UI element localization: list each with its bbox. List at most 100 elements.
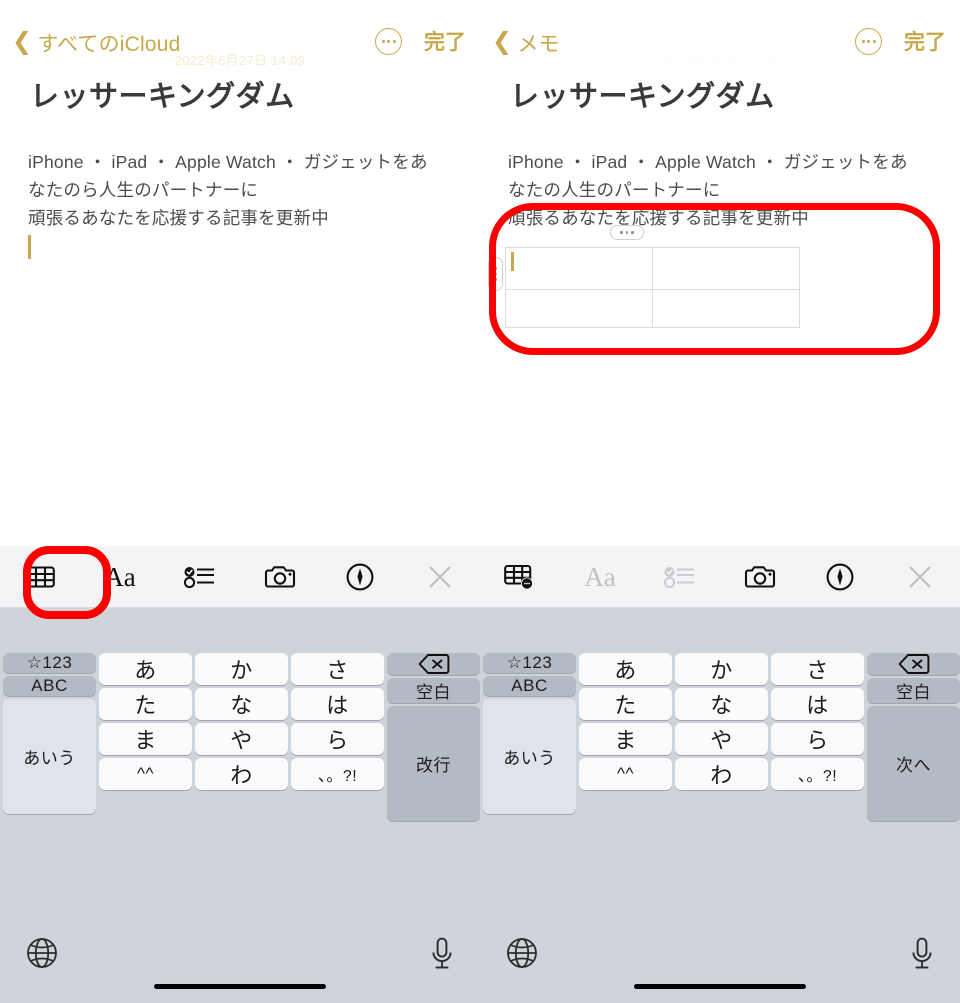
keyboard-left-column: ☆123 ABC あいう [3, 653, 96, 821]
note-body[interactable]: iPhone ・ iPad ・ Apple Watch ・ ガジェットをあ なた… [508, 148, 932, 232]
camera-icon [744, 566, 776, 588]
key-ma[interactable]: ま [99, 723, 192, 755]
key-kana[interactable]: あいう [3, 699, 96, 814]
key-delete[interactable] [387, 653, 480, 675]
microphone-icon[interactable] [430, 937, 454, 971]
key-kana[interactable]: あいう [483, 699, 576, 814]
screenshot-root: ❮ すべてのiCloud 2022年6月27日 14:09 完了 レッサーキング… [0, 0, 960, 1003]
row-handle-dots-icon[interactable] [488, 257, 503, 291]
table-cell[interactable] [505, 247, 653, 290]
key-a[interactable]: あ [99, 653, 192, 685]
column-handle-dots-icon[interactable] [610, 225, 644, 240]
toolbar-checklist-button[interactable] [640, 546, 720, 608]
toolbar-markup-button[interactable] [320, 546, 400, 608]
key-space[interactable]: 空白 [387, 678, 480, 703]
home-indicator [634, 984, 806, 989]
key-ya[interactable]: や [195, 723, 288, 755]
toolbar-close-button[interactable] [880, 546, 960, 608]
note-body-line: 頑張るあなたを応援する記事を更新中 [508, 208, 809, 228]
toolbar-checklist-button[interactable] [160, 546, 240, 608]
key-punctuation[interactable]: 、。?! [771, 758, 864, 790]
note-body-line: なたのら人生のパートナーに [28, 180, 259, 200]
note-body-line: 頑張るあなたを応援する記事を更新中 [28, 208, 329, 228]
key-return[interactable]: 改行 [387, 706, 480, 821]
done-button[interactable]: 完了 [904, 26, 946, 56]
key-punctuation[interactable]: 、。?! [291, 758, 384, 790]
key-next[interactable]: 次へ [867, 706, 960, 821]
key-wa[interactable]: わ [195, 758, 288, 790]
key-symbols[interactable]: ☆123 [483, 653, 576, 673]
key-na[interactable]: な [195, 688, 288, 720]
table-grid[interactable] [505, 247, 800, 328]
table-cell[interactable] [505, 289, 653, 328]
table-row[interactable] [505, 247, 800, 290]
delete-backward-icon [898, 654, 929, 674]
text-format-icon: Aa [584, 561, 616, 592]
key-ra[interactable]: ら [771, 723, 864, 755]
note-title[interactable]: レッサーキングダム [510, 73, 775, 115]
key-ma[interactable]: ま [579, 723, 672, 755]
key-space[interactable]: 空白 [867, 678, 960, 703]
key-sa[interactable]: さ [291, 653, 384, 685]
note-title[interactable]: レッサーキングダム [30, 73, 295, 115]
note-table[interactable] [488, 225, 800, 328]
note-body-line: iPhone ・ iPad ・ Apple Watch ・ ガジェットをあ [508, 152, 908, 172]
close-icon [429, 566, 451, 588]
checklist-icon [664, 567, 694, 589]
key-ta[interactable]: た [99, 688, 192, 720]
key-ta[interactable]: た [579, 688, 672, 720]
toolbar-close-button[interactable] [400, 546, 480, 608]
key-delete[interactable] [867, 653, 960, 675]
text-cursor [511, 252, 514, 271]
globe-icon[interactable] [26, 937, 58, 969]
format-toolbar: Aa [0, 546, 480, 608]
note-body[interactable]: iPhone ・ iPad ・ Apple Watch ・ ガジェットをあ なた… [28, 148, 452, 262]
toolbar-table-options-button[interactable] [480, 546, 560, 608]
table-icon [25, 566, 55, 588]
keyboard-right: ☆123 ABC あいう あ か さ た な は ま や ら ^^ わ 、。?!… [480, 608, 960, 1003]
phone-panel-right: ❮ メモ 2022年6月26日 9:10 完了 レッサーキングダム iPhone… [480, 0, 960, 1003]
globe-icon[interactable] [506, 937, 538, 969]
key-emoticon[interactable]: ^^ [99, 758, 192, 790]
key-a[interactable]: あ [579, 653, 672, 685]
toolbar-camera-button[interactable] [720, 546, 800, 608]
toolbar-markup-button[interactable] [800, 546, 880, 608]
checklist-icon [184, 567, 214, 589]
markup-pen-icon [346, 563, 374, 591]
format-toolbar: Aa [480, 546, 960, 608]
more-ellipsis-icon[interactable] [375, 27, 402, 55]
toolbar-camera-button[interactable] [240, 546, 320, 608]
key-ha[interactable]: は [771, 688, 864, 720]
more-ellipsis-icon[interactable] [855, 27, 882, 55]
key-na[interactable]: な [675, 688, 768, 720]
table-cell[interactable] [652, 247, 800, 290]
key-symbols[interactable]: ☆123 [3, 653, 96, 673]
key-sa[interactable]: さ [771, 653, 864, 685]
key-ka[interactable]: か [675, 653, 768, 685]
text-format-icon: Aa [104, 561, 136, 592]
keyboard-left: ☆123 ABC あいう あ か さ た な は ま や ら ^^ わ 、。?!… [0, 608, 480, 1003]
toolbar-text-format-button[interactable]: Aa [560, 546, 640, 608]
key-wa[interactable]: わ [675, 758, 768, 790]
camera-icon [264, 566, 296, 588]
key-ra[interactable]: ら [291, 723, 384, 755]
key-ya[interactable]: や [675, 723, 768, 755]
done-button[interactable]: 完了 [424, 26, 466, 56]
phone-panel-left: ❮ すべてのiCloud 2022年6月27日 14:09 完了 レッサーキング… [0, 0, 480, 1003]
key-emoticon[interactable]: ^^ [579, 758, 672, 790]
keyboard-right-column: 空白 改行 [387, 653, 480, 821]
key-abc[interactable]: ABC [483, 676, 576, 696]
note-body-line: なたの人生のパートナーに [508, 180, 721, 200]
keyboard-right-column: 空白 次へ [867, 653, 960, 821]
toolbar-table-button[interactable] [0, 546, 80, 608]
key-abc[interactable]: ABC [3, 676, 96, 696]
key-ka[interactable]: か [195, 653, 288, 685]
close-icon [909, 566, 931, 588]
table-options-icon [504, 564, 533, 590]
table-cell[interactable] [652, 289, 800, 328]
key-ha[interactable]: は [291, 688, 384, 720]
microphone-icon[interactable] [910, 937, 934, 971]
nav-right-group: 完了 [855, 26, 946, 56]
toolbar-text-format-button[interactable]: Aa [80, 546, 160, 608]
table-row[interactable] [505, 289, 800, 328]
